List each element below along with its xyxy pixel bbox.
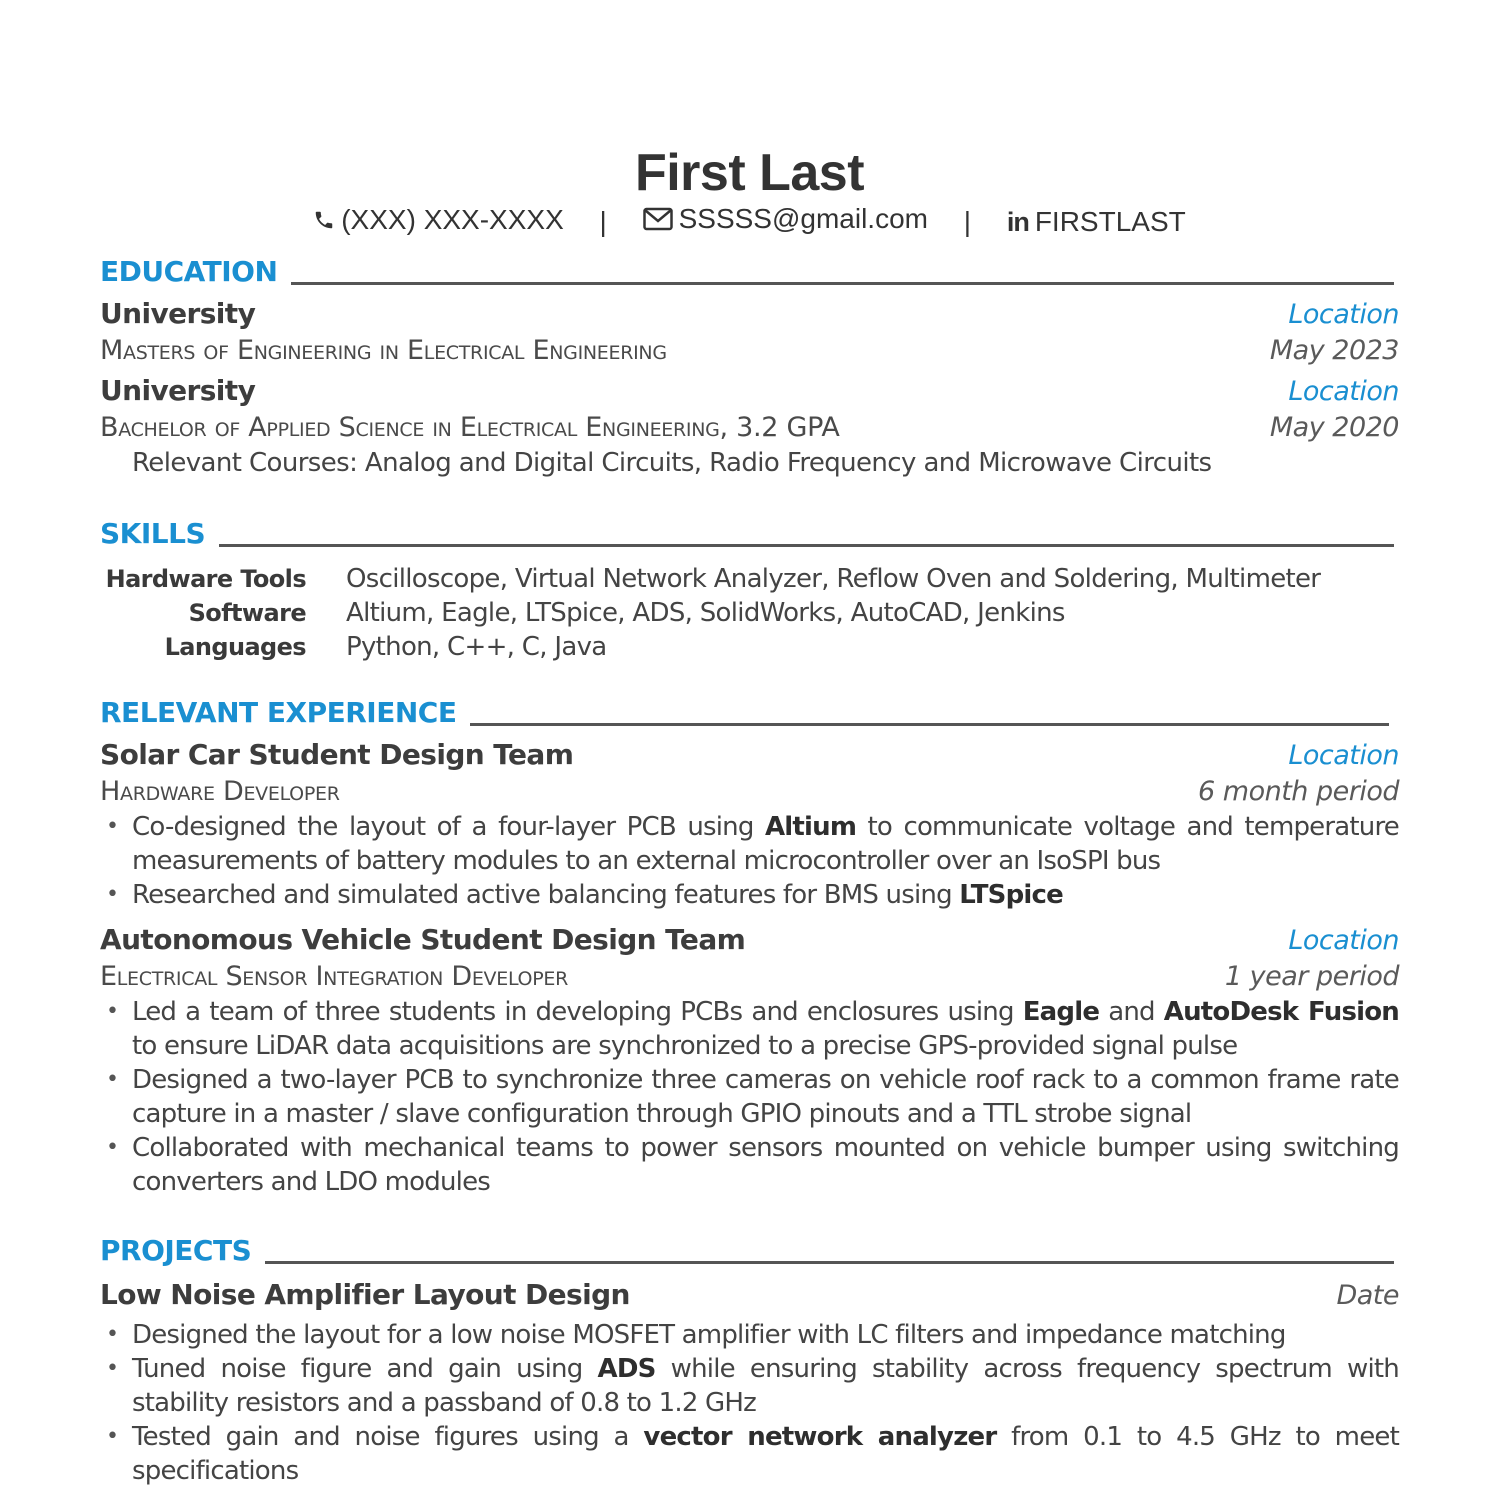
separator: |: [599, 206, 607, 237]
skill-values: Python, C++, C, Java: [346, 632, 607, 662]
section-divider: [291, 282, 1394, 285]
entry-header: Solar Car Student Design Team Location: [100, 737, 1399, 774]
skills-section: SKILLS Hardware Tools Oscilloscope, Virtu…: [100, 512, 1399, 664]
job-role: Electrical Sensor Integration Developer: [100, 961, 568, 992]
relevant-courses: Relevant Courses: Analog and Digital Cir…: [132, 448, 1212, 478]
bullet-text: Tuned noise figure and gain using: [132, 1354, 598, 1384]
bold-keyword: AutoDesk Fusion: [1163, 997, 1400, 1027]
bullet-item: Tested gain and noise figures using a ve…: [100, 1420, 1400, 1488]
job-role: Hardware Developer: [100, 776, 340, 807]
bullet-text: Collaborated with mechanical teams to po…: [132, 1133, 1400, 1197]
education-entry: University Location Bachelor of Applied …: [100, 373, 1400, 480]
phone-number: (XXX) XXX-XXXX: [341, 204, 564, 235]
skill-row: Hardware Tools Oscilloscope, Virtual Netw…: [100, 562, 1399, 596]
entry-header: Low Noise Amplifier Layout Design Date: [100, 1277, 1399, 1314]
organization-name: Solar Car Student Design Team: [100, 738, 574, 771]
bullet-item: Designed a two-layer PCB to synchronize …: [100, 1063, 1400, 1131]
bullet-text: Co-designed the layout of a four-layer P…: [132, 812, 765, 842]
skill-category: Languages: [164, 633, 307, 661]
section-title: EDUCATION: [100, 255, 278, 288]
time-period: 6 month period: [1198, 776, 1399, 807]
degree: Bachelor of Applied Science in Electrica…: [100, 412, 840, 443]
graduation-date: May 2023: [1269, 335, 1400, 366]
skill-category: Software: [188, 599, 307, 627]
email-contact[interactable]: SSSSS@gmail.com: [642, 200, 928, 238]
entry-location: Location: [1288, 740, 1399, 771]
separator: |: [963, 206, 972, 237]
bullet-text: to ensure LiDAR data acquisitions are sy…: [132, 1031, 1238, 1061]
skill-row: Languages Python, C++, C, Java: [100, 630, 1399, 664]
bullet-item: Co-designed the layout of a four-layer P…: [100, 810, 1400, 878]
linkedin-icon: in: [1006, 207, 1030, 237]
school-name: University: [100, 297, 256, 330]
section-title: SKILLS: [100, 517, 206, 550]
skills-list: Hardware Tools Oscilloscope, Virtual Netw…: [100, 562, 1399, 664]
bold-keyword: ADS: [597, 1354, 657, 1384]
entry-subheader: Hardware Developer 6 month period: [100, 774, 1399, 810]
bullet-list: Designed the layout for a low noise MOSF…: [100, 1318, 1400, 1488]
section-title: RELEVANT EXPERIENCE: [100, 696, 457, 729]
bold-keyword: Altium: [764, 812, 857, 842]
bullet-text: Designed a two-layer PCB to synchronize …: [132, 1065, 1400, 1129]
bullet-text: Designed the layout for a low noise MOSF…: [132, 1320, 1286, 1350]
experience-entry: Autonomous Vehicle Student Design Team Lo…: [100, 922, 1400, 1199]
envelope-icon: [642, 207, 673, 231]
section-divider: [470, 723, 1389, 726]
candidate-name: First Last: [634, 144, 865, 202]
bullet-item: Collaborated with mechanical teams to po…: [100, 1131, 1400, 1199]
education-entry: University Location Masters of Engineeri…: [100, 296, 1400, 369]
degree: Masters of Engineering in Electrical Eng…: [100, 335, 667, 366]
experience-section: RELEVANT EXPERIENCE Solar Car Student De…: [100, 691, 1400, 1199]
bullet-text: Researched and simulated active balancin…: [132, 880, 960, 910]
section-divider: [265, 1261, 1394, 1264]
bullet-item: Tuned noise figure and gain using ADS wh…: [100, 1352, 1400, 1420]
graduation-date: May 2020: [1269, 412, 1400, 443]
projects-section: PROJECTS Low Noise Amplifier Layout Desi…: [100, 1229, 1400, 1488]
phone-contact[interactable]: (XXX) XXX-XXXX: [313, 201, 564, 239]
section-title: PROJECTS: [100, 1234, 252, 1267]
entry-subheader: Electrical Sensor Integration Developer 1…: [100, 959, 1400, 995]
skill-values: Altium, Eagle, LTSpice, ADS, SolidWorks,…: [346, 598, 1065, 628]
project-name: Low Noise Amplifier Layout Design: [100, 1278, 630, 1311]
bullet-item: Designed the layout for a low noise MOSF…: [100, 1318, 1399, 1352]
bullet-text: Led a team of three students in developi…: [132, 997, 1023, 1027]
school-name: University: [100, 374, 256, 407]
bullet-list: Led a team of three students in developi…: [100, 995, 1400, 1199]
bullet-text: and: [1099, 997, 1164, 1027]
time-period: 1 year period: [1224, 961, 1400, 992]
email-address: SSSSS@gmail.com: [678, 203, 928, 234]
bold-keyword: LTSpice: [959, 880, 1064, 910]
bullet-item: Researched and simulated active balancin…: [100, 878, 1399, 912]
entry-location: Location: [1288, 925, 1399, 956]
skill-row: Software Altium, Eagle, LTSpice, ADS, Sol…: [100, 596, 1399, 630]
organization-name: Autonomous Vehicle Student Design Team: [100, 923, 746, 956]
bullet-item: Led a team of three students in developi…: [100, 995, 1400, 1063]
experience-entry: Solar Car Student Design Team Location Har…: [100, 737, 1400, 912]
project-date: Date: [1336, 1280, 1399, 1311]
school-location: Location: [1288, 376, 1399, 407]
linkedin-handle: FIRSTLAST: [1034, 206, 1186, 237]
skill-category: Hardware Tools: [105, 565, 307, 593]
project-entry: Low Noise Amplifier Layout Design Date Des…: [100, 1277, 1400, 1488]
skill-values: Oscilloscope, Virtual Network Analyzer, …: [346, 564, 1321, 594]
education-section: EDUCATION University Location Masters of…: [100, 250, 1400, 480]
bullet-list: Co-designed the layout of a four-layer P…: [100, 810, 1400, 912]
phone-icon: [315, 211, 333, 229]
contact-line: (XXX) XXX-XXXX | SSSSS@gmail.com | in FI…: [100, 200, 1399, 241]
linkedin-contact[interactable]: in FIRSTLAST: [1007, 203, 1186, 241]
bullet-text: Tested gain and noise figures using a: [132, 1422, 644, 1452]
bold-keyword: Eagle: [1022, 997, 1100, 1027]
experience-list: Solar Car Student Design Team Location Har…: [100, 737, 1400, 1199]
school-location: Location: [1288, 299, 1399, 330]
entry-header: Autonomous Vehicle Student Design Team Lo…: [100, 922, 1399, 959]
projects-list: Low Noise Amplifier Layout Design Date Des…: [100, 1277, 1400, 1488]
bold-keyword: vector network analyzer: [643, 1422, 997, 1452]
section-divider: [219, 544, 1394, 547]
